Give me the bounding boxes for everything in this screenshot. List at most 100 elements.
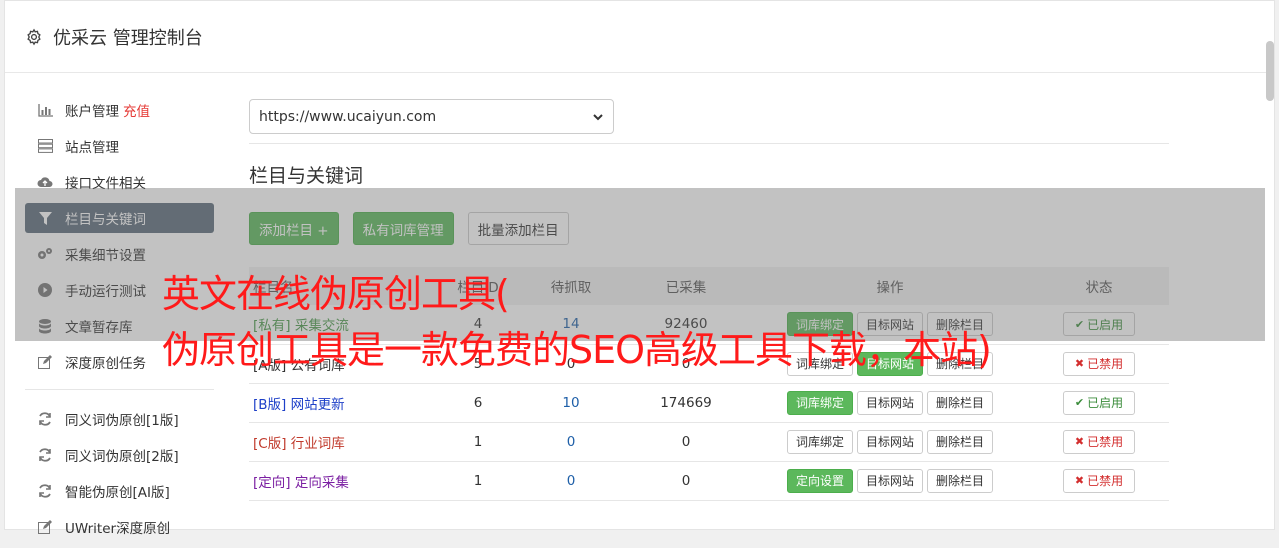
status-cell: ✖ 已禁用 [1029, 344, 1169, 383]
collected-count-cell: 92460 [664, 316, 708, 333]
column-tag: [C版] [253, 435, 287, 452]
status-toggle-button[interactable]: ✖ 已禁用 [1062, 429, 1136, 454]
sidebar-item-collect-settings[interactable]: 采集细节设置 [25, 239, 214, 269]
private-lib-button[interactable]: 私有词库管理 [352, 212, 454, 245]
pending-count-cell[interactable]: 0 [521, 461, 621, 500]
bind-lib-button[interactable]: 定向设置 [786, 468, 853, 493]
target-site-button[interactable]: 目标网站 [856, 312, 923, 337]
main-content: https://www.ucaiyun.com 栏目与关键词 添加栏目 + 私有… [249, 99, 1169, 501]
status-cell: ✔ 已启用 [1029, 383, 1169, 422]
pending-count-cell[interactable]: 0 [521, 344, 621, 383]
recharge-link[interactable]: 充值 [123, 100, 150, 120]
status-toggle-button[interactable]: ✔ 已启用 [1062, 390, 1136, 415]
bind-lib-button[interactable]: 词库绑定 [786, 312, 853, 337]
column-name-link[interactable]: 行业词库 [291, 436, 345, 452]
divider [249, 143, 1169, 144]
status-label: 已启用 [1087, 317, 1124, 332]
ops-cell: 词库绑定 目标网站 删除栏目 [751, 344, 1029, 383]
sidebar-item-label: UWriter深度原创 [65, 521, 171, 537]
check-icon: ✔ [1074, 317, 1085, 331]
delete-column-button[interactable]: 删除栏目 [927, 468, 994, 493]
cross-icon: ✖ [1074, 357, 1085, 370]
col-header-id: 栏目ID [457, 280, 499, 296]
column-name-link[interactable]: 采集交流 [295, 318, 349, 334]
sidebar-item-synonym-v2[interactable]: 同义词伪原创[2版] [25, 440, 214, 470]
column-id-cell: 6 [473, 394, 483, 411]
table-row: [定向] 定向采集 1 0 0 定向设置 目标网站 删除栏目 ✖ 已禁用 [249, 461, 1169, 500]
column-id-cell: 4 [473, 316, 483, 333]
delete-column-button[interactable]: 删除栏目 [927, 390, 994, 415]
column-name-cell: [A版] 公有词库 [249, 344, 435, 383]
refresh-icon [37, 447, 53, 463]
sidebar-item-manual-run[interactable]: 手动运行测试 [25, 275, 214, 305]
sidebar-item-account[interactable]: 账户管理 充值 [25, 95, 214, 125]
scrollbar-thumb[interactable] [1266, 41, 1274, 101]
target-site-button[interactable]: 目标网站 [856, 390, 923, 415]
cloud-upload-icon [37, 174, 53, 190]
cross-icon: ✖ [1074, 435, 1085, 448]
sidebar-item-label: 同义词伪原创[2版] [65, 449, 179, 465]
bind-lib-button[interactable]: 词库绑定 [786, 351, 853, 376]
sidebar-item-label: 深度原创任务 [65, 356, 146, 372]
status-cell: ✔ 已启用 [1029, 305, 1169, 344]
cross-icon: ✖ [1074, 474, 1085, 487]
pending-count-cell[interactable]: 0 [521, 422, 621, 461]
bind-lib-button[interactable]: 词库绑定 [786, 429, 853, 454]
column-id-cell: 1 [473, 433, 483, 450]
sidebar: 账户管理 充值 站点管理 接口文件相关 栏目与关键词 采集细节设置 手动运行测试… [25, 95, 214, 548]
add-column-button[interactable]: 添加栏目 + [249, 212, 339, 245]
batch-add-button[interactable]: 批量添加栏目 [467, 212, 569, 245]
target-site-button[interactable]: 目标网站 [856, 429, 923, 454]
collected-count-cell: 0 [681, 355, 691, 372]
sidebar-item-label: 栏目与关键词 [65, 212, 146, 228]
sidebar-item-label: 采集细节设置 [65, 248, 146, 264]
status-cell: ✖ 已禁用 [1029, 461, 1169, 500]
sidebar-item-deep-original[interactable]: 深度原创任务 [25, 347, 214, 377]
status-toggle-button[interactable]: ✖ 已禁用 [1062, 468, 1136, 493]
column-tag: [定向] [253, 474, 291, 491]
delete-column-button[interactable]: 删除栏目 [927, 429, 994, 454]
column-id-cell: 1 [473, 472, 483, 489]
column-tag: [B版] [253, 396, 287, 413]
database-icon [37, 318, 53, 334]
column-tag: [A版] [253, 357, 287, 374]
sidebar-item-uwriter[interactable]: UWriter深度原创 [25, 512, 214, 542]
sidebar-item-ai-rewrite[interactable]: 智能伪原创[AI版] [25, 476, 214, 506]
ops-cell: 词库绑定 目标网站 删除栏目 [751, 383, 1029, 422]
target-site-button[interactable]: 目标网站 [856, 351, 923, 376]
console-frame: 优采云 管理控制台 账户管理 充值 站点管理 接口文件相关 栏目与关键词 采集细… [4, 0, 1275, 537]
ops-cell: 词库绑定 目标网站 删除栏目 [751, 422, 1029, 461]
sidebar-item-sites[interactable]: 站点管理 [25, 131, 214, 161]
delete-column-button[interactable]: 删除栏目 [927, 312, 994, 337]
column-name-link[interactable]: 定向采集 [295, 475, 349, 491]
bind-lib-button[interactable]: 词库绑定 [786, 390, 853, 415]
sidebar-item-label: 文章暂存库 [65, 320, 133, 336]
column-name-link[interactable]: 公有词库 [291, 358, 345, 374]
delete-column-button[interactable]: 删除栏目 [927, 351, 994, 376]
status-toggle-button[interactable]: ✖ 已禁用 [1062, 351, 1136, 376]
status-label: 已禁用 [1087, 435, 1124, 449]
status-label: 已禁用 [1087, 357, 1124, 371]
site-select[interactable]: https://www.ucaiyun.com [249, 99, 614, 134]
page-header: 优采云 管理控制台 [5, 1, 1274, 73]
column-name-cell: [定向] 定向采集 [249, 461, 435, 500]
ops-cell: 定向设置 目标网站 删除栏目 [751, 461, 1029, 500]
target-site-button[interactable]: 目标网站 [856, 468, 923, 493]
status-toggle-button[interactable]: ✔ 已启用 [1062, 312, 1136, 337]
edit-icon [37, 519, 53, 535]
pending-count-cell[interactable]: 14 [521, 305, 621, 344]
sidebar-item-interface[interactable]: 接口文件相关 [25, 167, 214, 197]
column-name-link[interactable]: 网站更新 [291, 397, 345, 413]
sidebar-item-label: 手动运行测试 [65, 284, 146, 300]
pending-count-cell[interactable]: 10 [521, 383, 621, 422]
collected-count-cell: 0 [681, 472, 691, 489]
col-header-status: 状态 [1085, 280, 1113, 296]
sidebar-divider [25, 389, 214, 390]
play-icon [37, 282, 53, 298]
sidebar-item-synonym-v1[interactable]: 同义词伪原创[1版] [25, 404, 214, 434]
sidebar-item-label: 接口文件相关 [65, 176, 146, 192]
sidebar-item-columns[interactable]: 栏目与关键词 [25, 203, 214, 233]
column-name-cell: [私有] 采集交流 [249, 305, 435, 344]
sidebar-item-article-store[interactable]: 文章暂存库 [25, 311, 214, 341]
sidebar-item-label: 站点管理 [65, 140, 119, 156]
